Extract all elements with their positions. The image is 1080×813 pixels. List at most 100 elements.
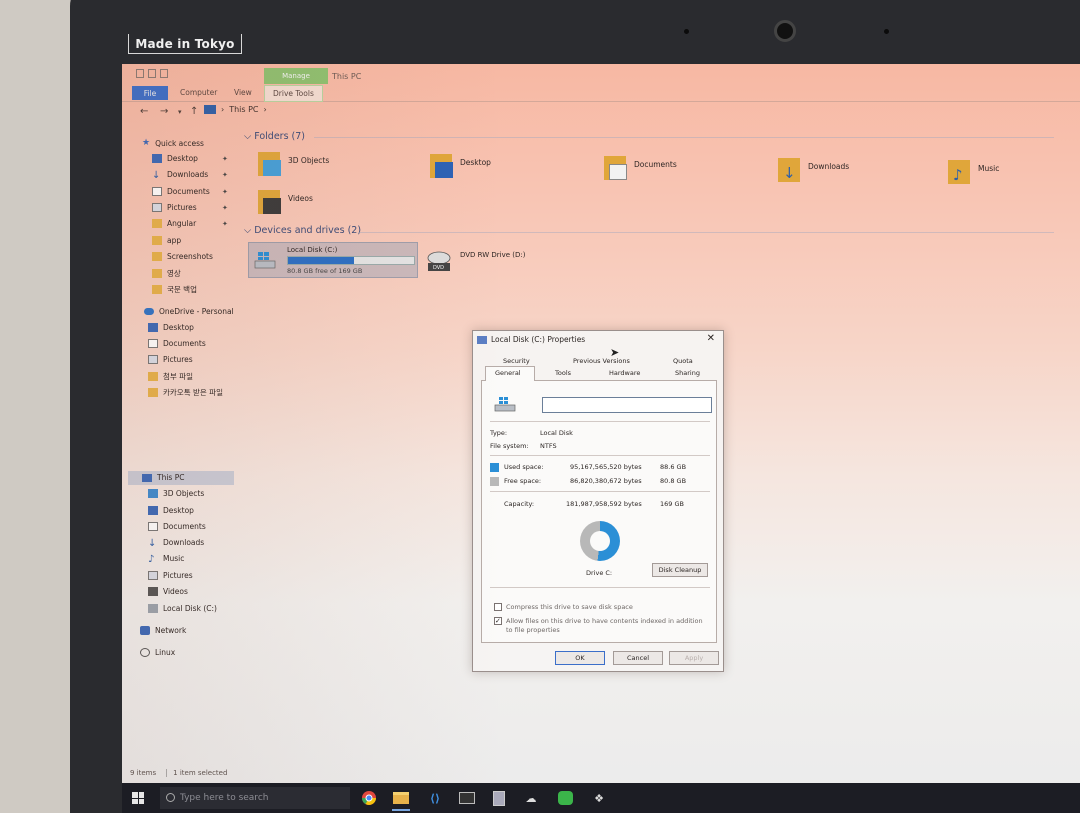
compress-checkbox[interactable] xyxy=(494,603,502,611)
used-space-label: Used space: xyxy=(504,463,544,471)
desktop-folder-icon xyxy=(430,154,454,180)
nav-network[interactable]: Network xyxy=(140,626,186,635)
ok-button[interactable]: OK xyxy=(555,651,605,665)
nav-onedrive-desktop[interactable]: Desktop xyxy=(148,323,194,332)
nav-item-documents[interactable]: Documents xyxy=(152,187,210,196)
nav-item-app[interactable]: app xyxy=(152,236,181,245)
nav-onedrive-attachments[interactable]: 첨부 파일 xyxy=(148,371,193,382)
dvd-badge: DVD xyxy=(433,265,444,271)
drive-c-tile[interactable]: Local Disk (C:) 80.8 GB free of 169 GB xyxy=(248,242,418,278)
cancel-button[interactable]: Cancel xyxy=(613,651,663,665)
pictures-icon xyxy=(148,571,158,580)
nav-onedrive-documents[interactable]: Documents xyxy=(148,339,206,348)
folder-icon xyxy=(152,219,162,228)
tab-view[interactable]: View xyxy=(234,88,252,97)
dialog-titlebar[interactable]: Local Disk (C:) Properties xyxy=(477,335,585,344)
disk-cleanup-button[interactable]: Disk Cleanup xyxy=(652,563,708,577)
folder-music[interactable]: ♪ Music xyxy=(948,160,1080,200)
nav-onedrive[interactable]: OneDrive - Personal xyxy=(144,307,234,316)
nav-pc-desktop[interactable]: Desktop xyxy=(148,506,194,515)
folders-section-header[interactable]: ⌵ Folders (7) xyxy=(244,131,305,142)
folder-downloads[interactable]: ↓ Downloads xyxy=(778,158,928,198)
tab-quota[interactable]: Quota xyxy=(673,357,693,365)
tab-sharing[interactable]: Sharing xyxy=(675,369,700,377)
forward-arrow-icon[interactable]: → xyxy=(160,106,168,117)
index-checkbox[interactable]: ✓ xyxy=(494,617,502,625)
nav-onedrive-kakaotalk[interactable]: 카카오톡 받은 파일 xyxy=(148,387,223,398)
up-arrow-icon[interactable]: ↑ xyxy=(190,106,198,117)
divider xyxy=(490,491,710,492)
app-icon[interactable]: ❖ xyxy=(588,788,610,808)
manage-context-tab[interactable]: Manage xyxy=(264,68,328,84)
quick-access-toolbar[interactable] xyxy=(136,69,168,78)
cloud-app-icon[interactable]: ☁ xyxy=(520,788,542,808)
folder-icon xyxy=(152,236,162,245)
3d-objects-icon xyxy=(148,489,158,498)
breadcrumb-this-pc[interactable]: This PC xyxy=(229,105,258,114)
recent-chevron-icon[interactable]: ▾ xyxy=(178,108,182,116)
nav-linux[interactable]: Linux xyxy=(140,648,175,657)
folder-3d-objects[interactable]: 3D Objects xyxy=(258,152,408,192)
nav-pc-pictures[interactable]: Pictures xyxy=(148,571,193,580)
line-icon[interactable] xyxy=(554,788,576,808)
folder-documents[interactable]: Documents xyxy=(604,156,754,196)
drive-c-name: Local Disk (C:) xyxy=(287,246,338,254)
type-value: Local Disk xyxy=(540,429,573,437)
devices-section-header[interactable]: ⌵ Devices and drives (2) xyxy=(244,225,361,236)
nav-item-desktop[interactable]: Desktop xyxy=(152,154,198,163)
nav-pc-videos[interactable]: Videos xyxy=(148,587,188,596)
folder-videos[interactable]: Videos xyxy=(258,190,408,230)
bezel-brand-label: Made in Tokyo xyxy=(128,34,242,54)
pin-icon: ✦ xyxy=(222,220,228,228)
search-icon xyxy=(166,793,175,802)
nav-pc-3d-objects[interactable]: 3D Objects xyxy=(148,489,204,498)
folder-icon xyxy=(148,388,158,397)
nav-item-screenshots[interactable]: Screenshots xyxy=(152,252,213,261)
documents-folder-icon xyxy=(604,156,628,182)
nav-pc-local-disk[interactable]: Local Disk (C:) xyxy=(148,604,217,613)
tab-security[interactable]: Security xyxy=(503,357,530,365)
videos-folder-icon xyxy=(258,190,282,216)
type-label: Type: xyxy=(490,429,508,437)
dvd-drive-icon[interactable]: DVD xyxy=(426,250,452,274)
tab-computer[interactable]: Computer xyxy=(180,88,217,97)
sensor-dot xyxy=(684,29,689,34)
close-icon[interactable]: ✕ xyxy=(707,333,715,344)
tab-previous-versions[interactable]: Previous Versions xyxy=(573,357,630,365)
nav-onedrive-pictures[interactable]: Pictures xyxy=(148,355,193,364)
tab-file[interactable]: File xyxy=(132,86,168,100)
nav-pc-documents[interactable]: Documents xyxy=(148,522,206,531)
nav-item-videos-kr[interactable]: 영상 xyxy=(152,268,181,279)
volume-name-input[interactable] xyxy=(542,397,712,413)
vscode-icon[interactable]: ⟨⟩ xyxy=(424,788,446,808)
back-arrow-icon[interactable]: ← xyxy=(140,106,148,117)
nav-item-angular[interactable]: Angular xyxy=(152,219,196,228)
index-label: Allow files on this drive to have conten… xyxy=(506,617,703,634)
drive-d-name[interactable]: DVD RW Drive (D:) xyxy=(460,251,526,259)
nav-item-backup-kr[interactable]: 국문 백업 xyxy=(152,284,197,295)
windows-start-icon[interactable] xyxy=(132,792,144,804)
pin-icon: ✦ xyxy=(222,188,228,196)
nav-this-pc[interactable]: This PC xyxy=(142,473,184,482)
nav-pc-downloads[interactable]: ↓ Downloads xyxy=(148,538,204,549)
calculator-icon[interactable] xyxy=(488,788,510,808)
taskbar-search-box[interactable]: Type here to search xyxy=(160,787,350,809)
tab-drive-tools[interactable]: Drive Tools xyxy=(264,85,323,102)
divider xyxy=(490,421,710,422)
terminal-icon[interactable] xyxy=(456,788,478,808)
folder-desktop[interactable]: Desktop xyxy=(430,154,580,194)
nav-pc-music[interactable]: ♪ Music xyxy=(148,554,184,565)
file-explorer-icon[interactable] xyxy=(390,788,412,811)
nav-quick-access[interactable]: ★ Quick access xyxy=(142,138,204,148)
tab-hardware[interactable]: Hardware xyxy=(609,369,640,377)
tab-tools[interactable]: Tools xyxy=(555,369,571,377)
apply-button[interactable]: Apply xyxy=(669,651,719,665)
capacity-gb: 169 GB xyxy=(660,500,684,508)
tab-general[interactable]: General xyxy=(495,369,521,377)
nav-item-downloads[interactable]: ↓ Downloads xyxy=(152,170,208,181)
chrome-icon[interactable] xyxy=(358,788,380,808)
breadcrumb[interactable]: › This PC › xyxy=(204,105,267,114)
status-bar: 9 items 1 item selected xyxy=(130,769,227,777)
folder-icon xyxy=(152,269,162,278)
nav-item-pictures[interactable]: Pictures xyxy=(152,203,197,212)
